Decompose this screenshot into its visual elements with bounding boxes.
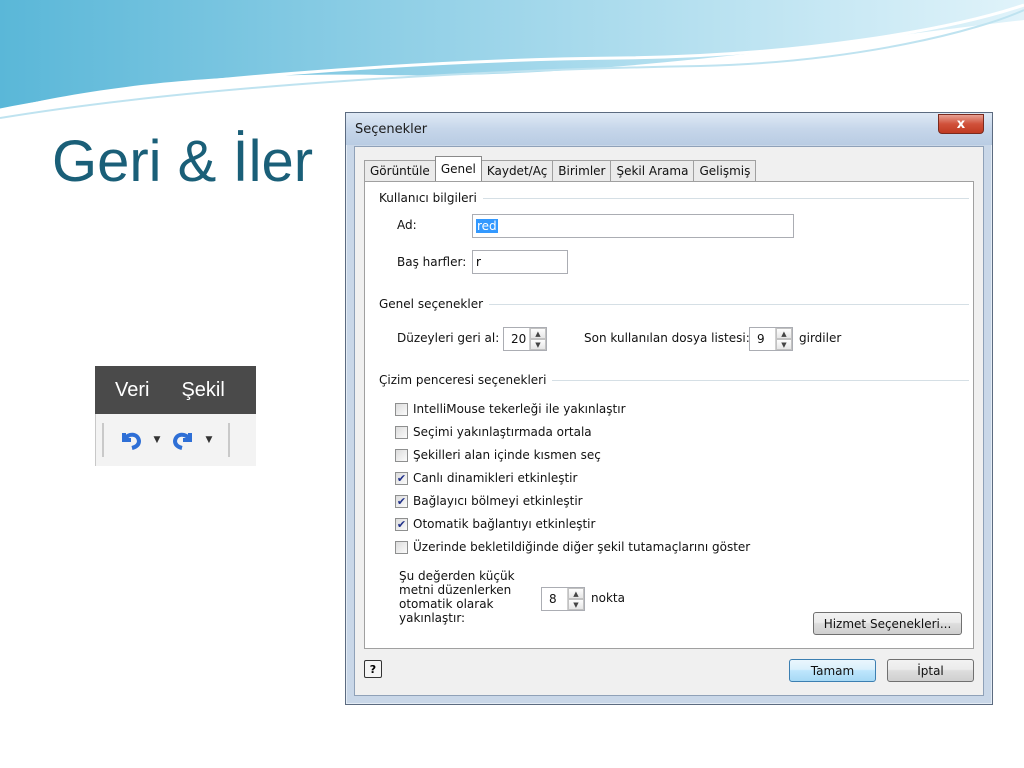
- undo-levels-label: Düzeyleri geri al:: [397, 331, 500, 345]
- name-label: Ad:: [397, 218, 417, 232]
- group-user-info: Kullanıcı bilgileri: [379, 191, 969, 205]
- zoom-size-stepper[interactable]: 8 ▲ ▼: [541, 587, 585, 611]
- slide-background-swoosh: [0, 0, 1024, 119]
- undo-icon[interactable]: [116, 425, 146, 455]
- checkbox-row[interactable]: Seçimi yakınlaştırmada ortala: [395, 425, 592, 439]
- recent-files-stepper[interactable]: 9 ▲ ▼: [749, 327, 793, 351]
- tab-label: Kaydet/Aç: [486, 164, 548, 178]
- checkbox-row[interactable]: ✔ Otomatik bağlantıyı etkinleştir: [395, 517, 595, 531]
- group-heading: Çizim penceresi seçenekleri: [379, 373, 547, 387]
- zoom-text-label: Şu değerden küçük metni düzenlerken otom…: [399, 569, 515, 625]
- checkbox-row[interactable]: IntelliMouse tekerleği ile yakınlaştır: [395, 402, 626, 416]
- checkbox-checked[interactable]: ✔: [395, 471, 408, 485]
- checkbox-label: Üzerinde bekletildiğinde diğer şekil tut…: [413, 540, 751, 554]
- initials-label: Baş harfler:: [397, 255, 467, 269]
- checkbox-row[interactable]: ✔ Bağlayıcı bölmeyi etkinleştir: [395, 494, 583, 508]
- checkbox-checked[interactable]: ✔: [395, 517, 408, 531]
- dialog-titlebar[interactable]: Seçenekler x: [346, 113, 992, 145]
- checkbox-label: Şekilleri alan içinde kısmen seç: [413, 448, 601, 462]
- group-heading: Kullanıcı bilgileri: [379, 191, 477, 205]
- undo-levels-stepper[interactable]: 20 ▲ ▼: [503, 327, 547, 351]
- checkbox[interactable]: [395, 402, 408, 416]
- stepper-up-icon[interactable]: ▲: [776, 328, 792, 339]
- tab-label: Görüntüle: [370, 164, 430, 178]
- checkmark-icon: ✔: [396, 494, 407, 508]
- checkmark-icon: ✔: [396, 471, 407, 485]
- checkbox-label: Bağlayıcı bölmeyi etkinleştir: [413, 494, 583, 508]
- stepper-down-icon[interactable]: ▼: [776, 339, 792, 350]
- tab-gelismis[interactable]: Gelişmiş: [693, 160, 757, 181]
- recent-files-value: 9: [757, 332, 765, 346]
- tab-label: Gelişmiş: [699, 164, 751, 178]
- zoom-text-line: Şu değerden küçük: [399, 569, 515, 583]
- zoom-size-value: 8: [549, 592, 557, 606]
- help-icon[interactable]: ?: [364, 660, 382, 678]
- tab-genel[interactable]: Genel: [434, 156, 482, 181]
- stepper-up-icon[interactable]: ▲: [530, 328, 546, 339]
- close-icon: x: [956, 116, 966, 132]
- ok-button[interactable]: Tamam: [789, 659, 876, 682]
- menu-veri[interactable]: Veri: [115, 379, 149, 402]
- group-drawing: Çizim penceresi seçenekleri: [379, 373, 969, 387]
- slide-title: Geri & İler: [52, 129, 314, 194]
- name-value: red: [476, 219, 498, 233]
- tab-birimler[interactable]: Birimler: [552, 160, 612, 181]
- tab-label: Genel: [440, 162, 476, 176]
- checkbox-label: IntelliMouse tekerleği ile yakınlaştır: [413, 402, 626, 416]
- stepper-down-icon[interactable]: ▼: [530, 339, 546, 350]
- menu-sekil[interactable]: Şekil: [181, 379, 224, 402]
- tab-label: Şekil Arama: [616, 164, 689, 178]
- checkbox-label: Seçimi yakınlaştırmada ortala: [413, 425, 592, 439]
- checkbox-checked[interactable]: ✔: [395, 494, 408, 508]
- checkbox-label: Otomatik bağlantıyı etkinleştir: [413, 517, 596, 531]
- checkbox[interactable]: [395, 540, 408, 554]
- tab-goruntule[interactable]: Görüntüle: [364, 160, 436, 181]
- stepper-arrows: ▲ ▼: [775, 328, 792, 350]
- checkbox[interactable]: [395, 425, 408, 439]
- tab-strip: Görüntüle Genel Kaydet/Aç Birimler Şekil…: [364, 156, 757, 181]
- tab-sekil-arama[interactable]: Şekil Arama: [610, 160, 695, 181]
- dialog-client: Görüntüle Genel Kaydet/Aç Birimler Şekil…: [354, 146, 984, 696]
- redo-icon[interactable]: [168, 425, 198, 455]
- stepper-up-icon[interactable]: ▲: [568, 588, 584, 599]
- zoom-text-line: otomatik olarak: [399, 597, 494, 611]
- options-dialog: Seçenekler x Görüntüle Genel Kaydet/Aç B…: [345, 112, 993, 705]
- checkbox[interactable]: [395, 448, 408, 462]
- stepper-arrows: ▲ ▼: [529, 328, 546, 350]
- toolbar-snippet: Veri Şekil ▼ ▼: [95, 366, 256, 466]
- group-general: Genel seçenekler: [379, 297, 969, 311]
- initials-value: r: [476, 255, 481, 269]
- stepper-down-icon[interactable]: ▼: [568, 599, 584, 610]
- recent-files-suffix: girdiler: [799, 331, 842, 345]
- recent-files-label: Son kullanılan dosya listesi:: [584, 331, 750, 345]
- close-button[interactable]: x: [938, 114, 984, 134]
- checkbox-label: Canlı dinamikleri etkinleştir: [413, 471, 578, 485]
- tab-label: Birimler: [558, 164, 606, 178]
- stepper-arrows: ▲ ▼: [567, 588, 584, 610]
- undo-dropdown-icon[interactable]: ▼: [150, 425, 164, 455]
- zoom-unit-label: nokta: [591, 591, 625, 605]
- toolbar-separator: [102, 423, 104, 457]
- toolbar-buttons: ▼ ▼: [95, 414, 256, 466]
- checkbox-row[interactable]: Üzerinde bekletildiğinde diğer şekil tut…: [395, 540, 750, 554]
- dialog-title: Seçenekler: [355, 122, 428, 137]
- tab-panel-genel: Kullanıcı bilgileri Ad: red Baş harfler:…: [364, 181, 974, 649]
- service-options-button[interactable]: Hizmet Seçenekleri...: [813, 612, 962, 635]
- checkmark-icon: ✔: [396, 517, 407, 531]
- tab-kaydet-ac[interactable]: Kaydet/Aç: [480, 160, 554, 181]
- zoom-text-line: metni düzenlerken: [399, 583, 512, 597]
- redo-dropdown-icon[interactable]: ▼: [202, 425, 216, 455]
- cancel-button[interactable]: İptal: [887, 659, 974, 682]
- zoom-text-line: yakınlaştır:: [399, 611, 466, 625]
- checkbox-row[interactable]: ✔ Canlı dinamikleri etkinleştir: [395, 471, 577, 485]
- undo-levels-value: 20: [511, 332, 527, 346]
- toolbar-separator: [228, 423, 230, 457]
- menu-bar: Veri Şekil: [95, 366, 256, 414]
- initials-field[interactable]: r: [472, 250, 568, 274]
- checkbox-row[interactable]: Şekilleri alan içinde kısmen seç: [395, 448, 601, 462]
- group-heading: Genel seçenekler: [379, 297, 484, 311]
- name-field[interactable]: red: [472, 214, 794, 238]
